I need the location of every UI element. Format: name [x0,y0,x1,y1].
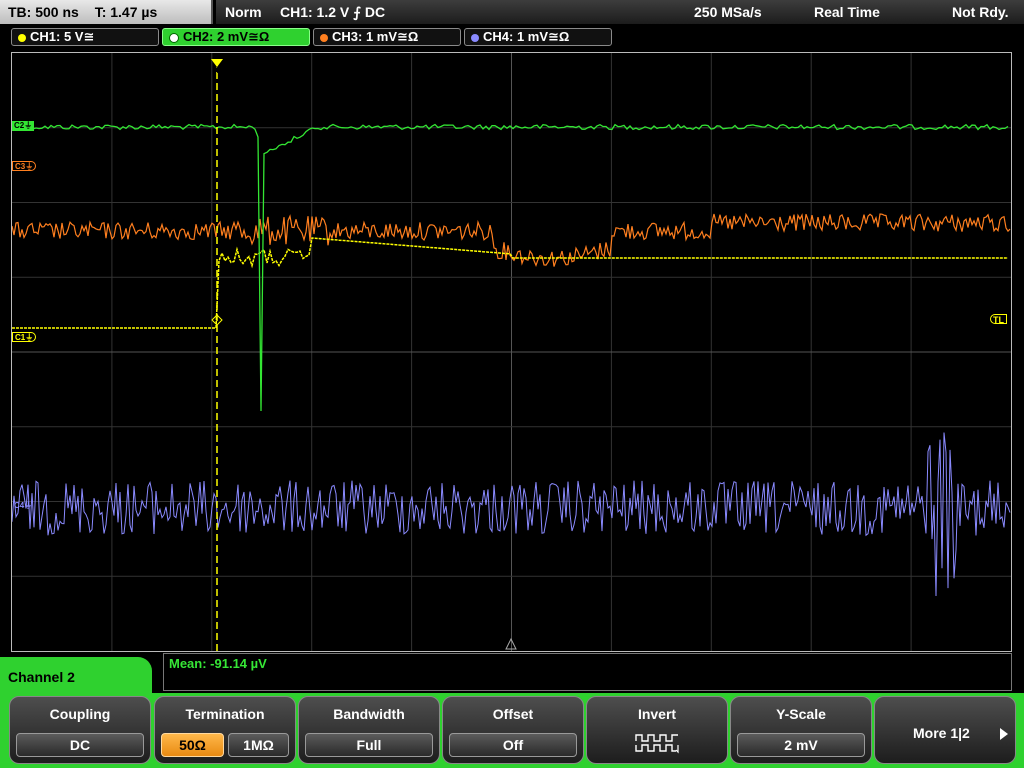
ch3-color-dot [320,33,328,42]
yscale-title: Y-Scale [776,706,826,722]
ch1-color-dot [18,33,26,42]
channel-tab-label: CH4: 1 mV≅Ω [483,29,570,44]
ch2-color-dot [169,32,179,43]
channel-tab-1[interactable]: CH1: 5 V≅ [11,28,159,46]
chevron-right-icon [1000,728,1008,740]
termination-1mohm[interactable]: 1MΩ [228,733,289,757]
trigger-mode[interactable]: Norm [225,0,262,24]
invert-title: Invert [637,706,677,722]
termination-title: Termination [185,706,265,722]
ch1-waveform [12,237,1008,329]
channel-tabs: CH1: 5 V≅ CH2: 2 mV≅Ω CH3: 1 mV≅Ω CH4: 1… [0,26,1024,48]
ch4-color-dot [471,33,479,42]
bandwidth-value[interactable]: Full [305,733,433,757]
coupling-softkey[interactable]: Coupling DC [9,696,151,764]
channel-tab-3[interactable]: CH3: 1 mV≅Ω [313,28,461,46]
status-bar: TB: 500 ns T: 1.47 µs Norm CH1: 1.2 V ⨍ … [0,0,1024,25]
acquisition-state: Not Rdy. [952,4,1009,20]
offset-value[interactable]: Off [449,733,577,757]
channel-tab-4[interactable]: CH4: 1 mV≅Ω [464,28,612,46]
timebase-value: TB: 500 ns [8,4,79,20]
trigger-setting[interactable]: CH1: 1.2 V ⨍ DC [280,0,385,24]
more-label: More 1|2 [913,725,970,741]
acquisition-status: Norm CH1: 1.2 V ⨍ DC 250 MSa/s Real Time… [216,0,1024,24]
softkey-bar: Coupling DC Termination 50Ω 1MΩ Bandwidt… [0,693,1024,768]
waveform-display[interactable]: C2⏚ C3⏚ C1⏚ C4⏚ TL T [11,52,1012,652]
sample-rate: 250 MSa/s [694,4,762,20]
channel-tab-2[interactable]: CH2: 2 mV≅Ω [162,28,310,46]
trigger-time-value: T: 1.47 µs [94,4,158,20]
more-softkey[interactable]: More 1|2 [874,696,1016,764]
ch4-ground-marker[interactable]: C4⏚ [12,501,34,511]
coupling-title: Coupling [49,706,111,722]
channel-tab-label: CH3: 1 mV≅Ω [332,29,419,44]
offset-title: Offset [492,706,534,722]
invert-waveform-icon [635,734,679,754]
bandwidth-title: Bandwidth [333,706,405,722]
ch2-waveform [12,123,1009,412]
graticule [12,53,1011,651]
mean-measurement: Mean: -91.14 µV [169,656,267,671]
trigger-level-marker[interactable]: TL [990,314,1007,325]
channel-tab-label: CH1: 5 V≅ [30,29,95,44]
invert-softkey[interactable]: Invert [586,696,728,764]
termination-50ohm[interactable]: 50Ω [161,733,224,757]
offset-softkey[interactable]: Offset Off [442,696,584,764]
ch2-ground-marker[interactable]: C2⏚ [12,121,35,131]
termination-softkey[interactable]: Termination 50Ω 1MΩ [154,696,296,764]
menu-title-text: Channel 2 [8,669,75,685]
coupling-value[interactable]: DC [16,733,144,757]
waveform-canvas [12,53,1011,651]
measurement-panel: Mean: -91.14 µV [163,653,1012,691]
trigger-position-label: T [215,65,221,75]
yscale-value[interactable]: 2 mV [737,733,865,757]
bandwidth-softkey[interactable]: Bandwidth Full [298,696,440,764]
ch1-ground-marker[interactable]: C1⏚ [12,332,37,342]
timebase-box[interactable]: TB: 500 ns T: 1.47 µs [0,0,213,24]
yscale-softkey[interactable]: Y-Scale 2 mV [730,696,872,764]
channel-tab-label: CH2: 2 mV≅Ω [183,29,270,44]
acquisition-mode: Real Time [814,4,880,20]
ch3-ground-marker[interactable]: C3⏚ [12,161,37,171]
